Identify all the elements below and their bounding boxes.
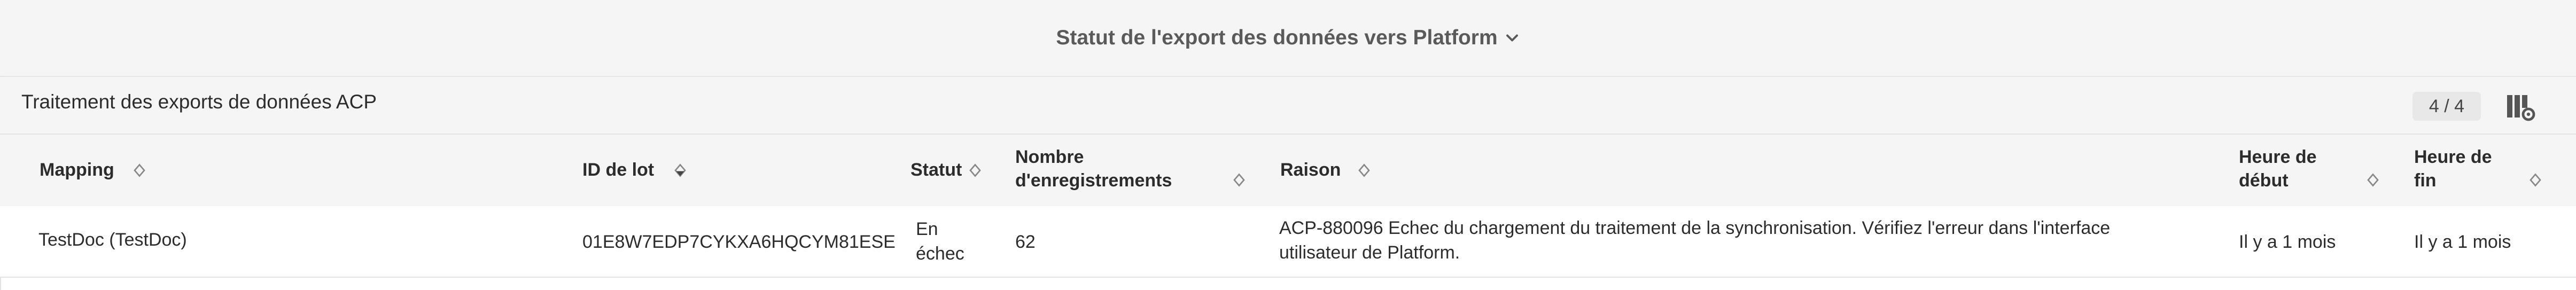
chevron-down-icon — [1506, 34, 1518, 42]
sort-icon[interactable] — [1356, 162, 1372, 178]
sort-icon[interactable] — [2527, 172, 2543, 188]
column-header-end-line2[interactable]: fin — [2414, 169, 2437, 192]
cell-mapping: TestDoc (TestDoc) — [38, 230, 187, 250]
cell-reason-line1: ACP-880096 Echec du chargement du traite… — [1279, 218, 2111, 238]
sort-icon[interactable] — [1231, 172, 1247, 188]
page-header: Statut de l'export des données vers Plat… — [0, 0, 2576, 77]
column-header-records-line1[interactable]: Nombre — [1015, 145, 1084, 169]
cell-batch-id: 01E8W7EDP7CYKXA6HQCYM81ESE — [582, 232, 896, 252]
cell-records: 62 — [1015, 232, 1036, 252]
export-status-dropdown[interactable]: Statut de l'export des données vers Plat… — [1056, 26, 1520, 50]
cell-status-line1: En — [916, 219, 938, 239]
cell-start-time: Il y a 1 mois — [2239, 232, 2336, 252]
section-bar: Traitement des exports de données ACP 4 … — [0, 77, 2576, 134]
column-header-status[interactable]: Statut — [910, 158, 962, 182]
table-header: Mapping ID de lot Statut Nombre d'enregi… — [0, 134, 2576, 207]
sort-icon[interactable] — [131, 162, 147, 178]
column-header-records-line2[interactable]: d'enregistrements — [1015, 169, 1172, 192]
sort-icon[interactable] — [2365, 172, 2381, 188]
column-header-mapping[interactable]: Mapping — [40, 158, 114, 182]
column-header-end-line1[interactable]: Heure de — [2414, 145, 2492, 169]
column-header-reason[interactable]: Raison — [1280, 158, 1341, 182]
column-settings-icon[interactable] — [2505, 93, 2537, 122]
page-title: Statut de l'export des données vers Plat… — [1056, 26, 1498, 49]
cell-end-time: Il y a 1 mois — [2414, 232, 2511, 252]
section-title: Traitement des exports de données ACP — [21, 91, 377, 113]
row-counter-badge: 4 / 4 — [2412, 92, 2481, 121]
cell-status-line2: échec — [916, 244, 964, 264]
sort-icon[interactable] — [967, 162, 983, 178]
sort-descending-icon[interactable] — [672, 162, 688, 178]
table-row[interactable]: TestDoc (TestDoc) 01E8W7EDP7CYKXA6HQCYM8… — [0, 206, 2576, 278]
cell-reason-line2: utilisateur de Platform. — [1279, 242, 1460, 263]
column-header-batch-id[interactable]: ID de lot — [582, 158, 654, 182]
column-header-start-line2[interactable]: début — [2239, 169, 2289, 192]
column-header-start-line1[interactable]: Heure de — [2239, 145, 2317, 169]
